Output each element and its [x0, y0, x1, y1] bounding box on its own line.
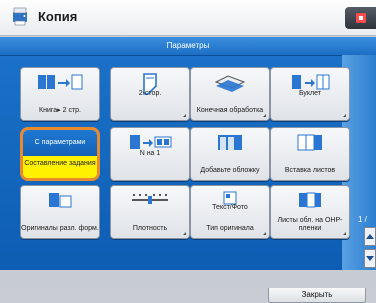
tile-density[interactable]: Плотность — [110, 185, 190, 239]
home-menu-icon — [356, 13, 366, 23]
tile-label: Тип оригинала — [206, 225, 254, 232]
tile-original-type[interactable]: Текст/Фото Тип оригинала — [190, 185, 270, 239]
home-button[interactable] — [345, 7, 376, 29]
tile-label: Плотность — [132, 225, 168, 232]
tile-book-2-pages[interactable]: Книга▸ 2 стр. — [20, 67, 100, 121]
tile-with-parameters-job-build[interactable]: С параметрами Составление задания — [20, 127, 100, 181]
bottom-bar — [0, 270, 376, 288]
panel-header: Параметры — [0, 37, 376, 56]
scroll-down-button[interactable] — [364, 249, 376, 268]
different-size-originals-icon — [49, 193, 72, 208]
tile-transparency-interleaf[interactable]: Листы обл. на OHP-пленки — [270, 185, 350, 239]
tile-label: Буклет — [298, 90, 322, 97]
add-cover-icon — [218, 135, 242, 150]
scroll-up-button[interactable] — [364, 227, 376, 246]
tile-label: Книга▸ 2 стр. — [39, 107, 81, 114]
finishing-icon — [214, 75, 246, 92]
tile-label: Конечная обработка — [196, 107, 264, 114]
tile-label: Оригиналы разл. форм. — [21, 225, 99, 232]
tile-label: 2-стор. — [138, 90, 162, 97]
tile-corner-arrow — [343, 114, 346, 117]
tile-corner-arrow — [183, 114, 186, 117]
tile-corner-arrow — [183, 232, 186, 235]
tile-insert-sheets[interactable]: Вставка листов — [270, 127, 350, 181]
tile-add-cover[interactable]: Добавьте обложку — [190, 127, 270, 181]
tile-corner-arrow — [263, 232, 266, 235]
transparency-interleaf-icon — [299, 192, 321, 208]
tile-label: Добавьте обложку — [200, 167, 260, 174]
tile-booklet[interactable]: Буклет — [270, 67, 350, 121]
copy-app-icon — [13, 7, 27, 26]
tile-label: N на 1 — [139, 150, 161, 157]
original-type-mode: Текст/Фото — [212, 204, 248, 211]
tile-different-size-originals[interactable]: Оригиналы разл. форм. — [20, 185, 100, 239]
triangle-down-icon — [366, 256, 374, 261]
tile-finishing[interactable]: Конечная обработка — [190, 67, 270, 121]
app-title: Копия — [38, 9, 78, 24]
title-bar: Копия — [0, 0, 376, 36]
triangle-up-icon — [366, 234, 374, 239]
special-bottom-label: Составление задания — [23, 156, 97, 178]
close-button[interactable]: Закрыть — [268, 286, 366, 303]
tile-corner-arrow — [263, 114, 266, 117]
density-icon — [132, 194, 168, 204]
special-top-label: С параметрами — [23, 130, 97, 156]
tile-label: Листы обл. на OHP-пленки — [277, 217, 343, 232]
insert-sheets-icon — [297, 134, 322, 151]
tile-label: Вставка листов — [284, 167, 336, 174]
book-to-two-pages-icon — [38, 74, 83, 90]
page-indicator: 1 / — [358, 215, 367, 224]
tile-corner-arrow — [343, 232, 346, 235]
tile-n-on-1[interactable]: N на 1 — [110, 127, 190, 181]
tile-two-sided[interactable]: 2-стор. — [110, 67, 190, 121]
